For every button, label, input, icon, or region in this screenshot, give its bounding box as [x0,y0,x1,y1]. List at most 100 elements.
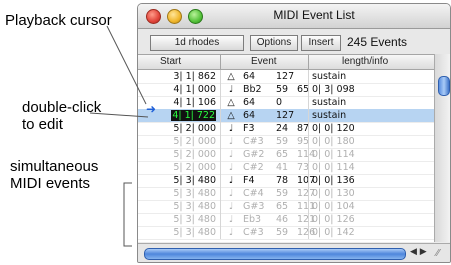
controller-event-icon: △ [227,71,235,82]
row-length-info[interactable]: 0| 0| 114 [312,148,355,161]
row-start-time[interactable]: 5| 3| 480 [138,213,216,226]
row-start-time[interactable]: 5| 2| 000 [138,135,216,148]
row-event-value-2[interactable]: 78 [276,174,288,187]
row-event-value-2[interactable]: 24 [276,122,288,135]
track-selector-button[interactable]: 1d rhodes [150,35,244,51]
row-length-info[interactable]: 0| 0| 114 [312,161,355,174]
row-event-value-1[interactable]: C#4 [243,187,264,200]
table-row[interactable]: 5| 3| 480 ♩ G#3 65 111 0| 0| 104 [138,200,434,214]
row-event-value-2[interactable]: 59 [276,187,288,200]
row-event-value-1[interactable]: C#3 [243,226,264,239]
row-start-time[interactable]: 4| 1| 000 [138,83,216,96]
horizontal-scrollbar[interactable]: ◀ ▶ ⁄⁄ [138,243,450,262]
table-row[interactable]: 4| 1| 106 △ 64 0 sustain [138,96,434,110]
insert-button[interactable]: Insert [301,35,341,51]
title-bar[interactable]: MIDI Event List [138,4,450,29]
window-title: MIDI Event List [273,8,355,22]
horizontal-scroll-thumb[interactable] [144,248,406,260]
table-row[interactable]: 5| 2| 000 ♩ C#3 59 95 0| 0| 180 [138,135,434,149]
note-event-icon: ♩ [228,201,234,212]
column-header: Start Event length/info [138,54,434,70]
row-event-value-1[interactable]: 64 [243,109,255,122]
table-row[interactable]: 5| 2| 000 ♩ G#2 65 114 0| 0| 114 [138,148,434,162]
row-length-info[interactable]: 0| 3| 098 [312,83,355,96]
playback-cursor-icon: ➜ [146,102,157,116]
column-header-length[interactable]: length/info [342,56,388,67]
callout-double-click-line2: to edit [22,116,63,133]
row-event-value-2[interactable]: 0 [276,96,282,109]
row-start-time[interactable]: 5| 3| 480 [138,174,216,187]
note-event-icon: ♩ [228,149,234,160]
row-start-time[interactable]: 5| 3| 480 [138,226,216,239]
row-event-value-1[interactable]: F4 [243,174,255,187]
row-start-time[interactable]: 5| 3| 480 [138,200,216,213]
row-event-value-1[interactable]: C#3 [243,135,264,148]
vertical-scroll-thumb[interactable] [438,76,450,96]
row-start-time[interactable]: 5| 3| 480 [138,187,216,200]
note-event-icon: ♩ [228,175,234,186]
row-event-value-1[interactable]: 64 [243,96,255,109]
row-event-value-1[interactable]: C#2 [243,161,264,174]
note-event-icon: ♩ [228,214,234,225]
toolbar: 1d rhodes Options Insert 245 Events [138,29,450,55]
row-event-value-1[interactable]: G#3 [243,200,264,213]
note-event-icon: ♩ [228,188,234,199]
row-start-time[interactable]: 5| 2| 000 [138,148,216,161]
note-event-icon: ♩ [228,84,234,95]
row-length-info[interactable]: 0| 0| 136 [312,174,355,187]
row-length-info[interactable]: 0| 0| 120 [312,122,355,135]
options-button[interactable]: Options [250,35,298,51]
vertical-scrollbar[interactable] [434,54,450,242]
column-header-start[interactable]: Start [160,56,181,67]
row-event-value-2[interactable]: 65 [276,148,288,161]
table-row[interactable]: 5| 2| 000 ♩ C#2 41 73 0| 0| 114 [138,161,434,175]
table-row[interactable]: 4| 1| 722 △ 64 127 sustain [138,109,434,123]
midi-event-list-window: MIDI Event List 1d rhodes Options Insert… [137,3,451,263]
callout-double-click-line1: double-click [22,99,102,116]
row-length-info[interactable]: sustain [312,96,346,109]
table-row[interactable]: 5| 3| 480 ♩ C#3 59 126 0| 0| 142 [138,226,434,240]
table-row[interactable]: 5| 2| 000 ♩ F3 24 87 0| 0| 120 [138,122,434,136]
row-event-value-2[interactable]: 41 [276,161,288,174]
row-event-value-2[interactable]: 59 [276,83,288,96]
table-row[interactable]: 5| 3| 480 ♩ C#4 59 127 0| 0| 130 [138,187,434,201]
row-event-value-2[interactable]: 65 [276,200,288,213]
table-row[interactable]: 5| 3| 480 ♩ F4 78 107 0| 0| 136 [138,174,434,188]
note-event-icon: ♩ [228,162,234,173]
edit-highlight[interactable]: 4| 1| 722 [171,110,216,121]
note-event-icon: ♩ [228,123,234,134]
callout-simultaneous-line1: simultaneous [10,158,99,175]
row-length-info[interactable]: sustain [312,70,346,83]
table-row[interactable]: 5| 3| 480 ♩ Eb3 46 121 0| 0| 126 [138,213,434,227]
row-length-info[interactable]: sustain [312,109,346,122]
row-start-time[interactable]: 5| 2| 000 [138,122,216,135]
callout-simultaneous-line2: MIDI events [10,175,91,192]
event-count: 245 Events [347,35,408,49]
table-row[interactable]: 3| 1| 862 △ 64 127 sustain [138,70,434,84]
controller-event-icon: △ [227,110,235,121]
row-length-info[interactable]: 0| 0| 104 [312,200,355,213]
row-event-value-2[interactable]: 127 [276,109,294,122]
row-event-value-1[interactable]: 64 [243,70,255,83]
column-header-event[interactable]: Event [251,56,277,67]
row-start-time[interactable]: 5| 2| 000 [138,161,216,174]
row-event-value-2[interactable]: 46 [276,213,288,226]
resize-grip-icon[interactable]: ⁄⁄ [436,248,439,259]
row-event-value-1[interactable]: Bb2 [243,83,262,96]
row-event-value-1[interactable]: F3 [243,122,255,135]
row-event-value-1[interactable]: Eb3 [243,213,261,226]
row-event-value-2[interactable]: 59 [276,226,288,239]
row-event-value-2[interactable]: 127 [276,70,294,83]
row-start-time[interactable]: 3| 1| 862 [138,70,216,83]
row-length-info[interactable]: 0| 0| 130 [312,187,355,200]
row-length-info[interactable]: 0| 0| 180 [312,135,355,148]
scroll-arrows-icon[interactable]: ◀ ▶ [410,247,427,257]
row-length-info[interactable]: 0| 0| 126 [312,213,355,226]
callout-playback-cursor: Playback cursor [5,12,112,29]
event-list: 3| 1| 862 △ 64 127 sustain 4| 1| 000 ♩ Bb2 59 65 0… [138,70,434,242]
row-length-info[interactable]: 0| 0| 142 [312,226,355,239]
note-event-icon: ♩ [228,136,234,147]
row-event-value-2[interactable]: 59 [276,135,288,148]
row-event-value-1[interactable]: G#2 [243,148,264,161]
table-row[interactable]: 4| 1| 000 ♩ Bb2 59 65 0| 3| 098 [138,83,434,97]
